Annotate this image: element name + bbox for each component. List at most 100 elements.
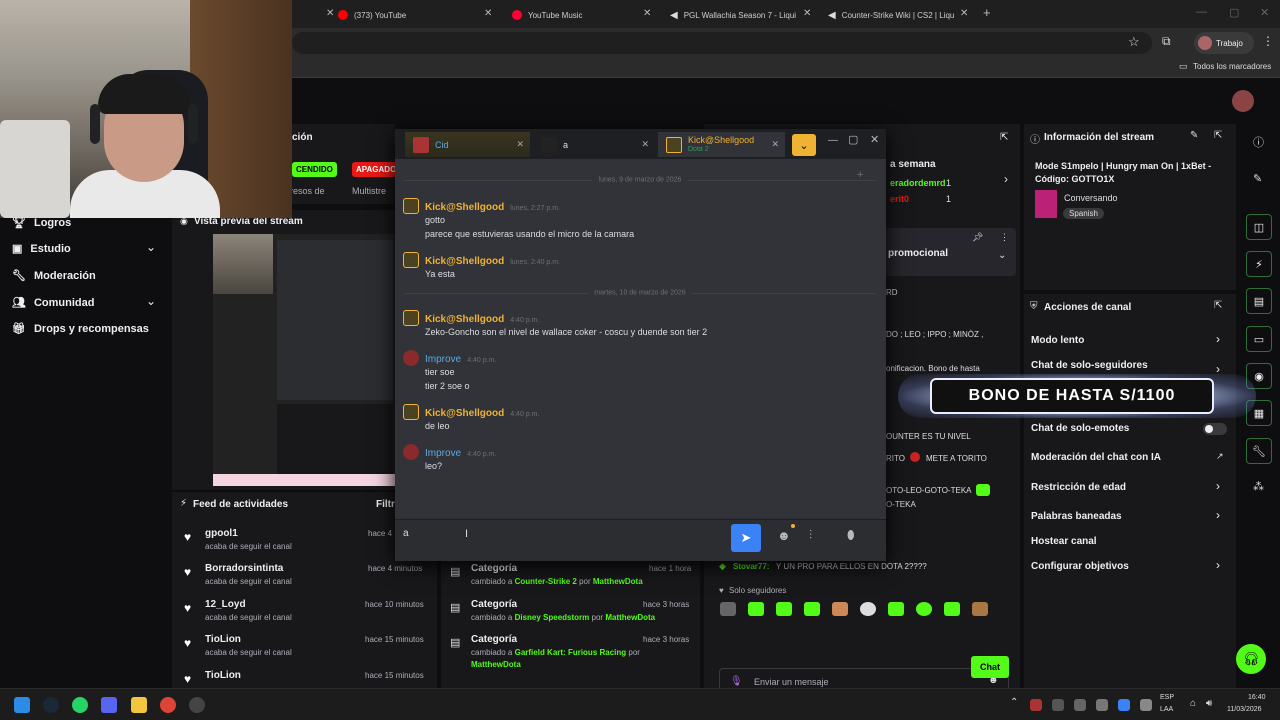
top-user-1[interactable]: eradordemrd [890,178,946,188]
nav-moderacion[interactable]: 🔧︎ Moderación [12,269,96,283]
discord-tab-kick[interactable]: Kick@Shellgood Dota 2 ✕ [658,132,785,157]
category-game[interactable]: Counter-Strike 2 [515,577,577,586]
chat-bubble-icon[interactable]: ▭ [1246,326,1272,352]
action-host-channel[interactable]: Hostear canal [1031,536,1097,547]
bookmark-star-icon[interactable]: ☆ [1128,34,1140,50]
minimize-icon[interactable]: — [828,135,838,146]
emote[interactable] [832,602,848,616]
mic-icon[interactable]: 🎙︎ [730,676,743,687]
nodes-icon[interactable]: ⁂ [1253,480,1264,493]
clock-time[interactable]: 16:40 [1248,694,1266,701]
maximize-icon[interactable]: ▢ [1229,6,1239,19]
new-tab-icon[interactable]: + [983,5,991,20]
emote[interactable] [804,602,820,616]
capture-icon[interactable]: ◫ [1246,214,1272,240]
obs-icon[interactable] [189,697,205,713]
profile-button[interactable]: Trabajo [1194,32,1254,54]
edit-icon[interactable]: ✎ [1190,130,1198,141]
avatar[interactable] [403,350,419,366]
emote[interactable] [860,602,876,616]
chat-send-button[interactable]: Chat [971,656,1009,678]
language-indicator[interactable]: ESP [1160,694,1174,701]
close-icon[interactable]: ✕ [643,8,651,19]
avatar[interactable] [403,198,419,214]
feed-user[interactable]: Borradorsintinta [205,563,283,574]
avatar[interactable] [403,252,419,268]
close-icon[interactable]: ✕ [771,139,779,150]
message-author[interactable]: Improve [425,354,461,365]
clock-date[interactable]: 11/03/2026 [1227,706,1262,713]
nav-estudio[interactable]: ▣ Estudio [12,242,71,256]
tray-icon[interactable] [1096,699,1108,711]
close-icon[interactable]: ✕ [641,139,649,150]
category-game[interactable]: Disney Speedstorm [515,613,590,622]
feed-user[interactable]: TioLion [205,670,241,681]
avatar[interactable] [403,404,419,420]
chevron-down-icon[interactable]: ⌄ [792,134,816,156]
discord-tab-cid[interactable]: Cid ✕ [405,132,530,157]
maximize-icon[interactable]: ▢ [848,133,858,146]
category-game[interactable]: Garfield Kart: Furious Racing [515,648,627,657]
pin-icon[interactable]: 📌︎ [972,232,983,243]
close-icon[interactable]: ✕ [326,8,334,19]
tray-icon[interactable] [1140,699,1152,711]
close-window-icon[interactable]: ✕ [870,133,879,146]
send-button[interactable]: ➤ [731,524,761,552]
chevron-right-icon[interactable]: › [1004,172,1008,186]
all-bookmarks-label[interactable]: Todos los marcadores [1193,62,1271,71]
tray-icon[interactable] [1030,699,1042,711]
close-window-icon[interactable]: ✕ [1260,6,1269,19]
whatsapp-icon[interactable] [72,697,88,713]
external-link-icon[interactable]: ↗ [1216,451,1224,462]
close-icon[interactable]: ✕ [960,8,968,19]
discord-icon[interactable] [101,697,117,713]
emote[interactable] [944,602,960,616]
apagado-button[interactable]: APAGADO [352,162,401,177]
emotes-only-toggle[interactable] [1203,423,1227,435]
stream-category[interactable]: Conversando [1064,193,1118,203]
chevron-down-icon[interactable]: ⌄ [146,294,156,308]
popout-icon[interactable]: ⇱ [1214,130,1222,141]
action-age-restriction[interactable]: Restricción de edad [1031,482,1126,493]
popout-icon[interactable]: ⇱ [1000,132,1008,143]
action-configure-goals[interactable]: Configurar objetivos [1031,561,1129,572]
nav-drops[interactable]: 🎁︎ Drops y recompensas [12,322,149,336]
chevron-right-icon[interactable]: › [1216,558,1220,572]
close-icon[interactable]: ✕ [803,8,811,19]
avatar[interactable] [403,310,419,326]
feed-user[interactable]: TioLion [205,634,241,645]
network-icon[interactable]: ⌂ [1190,698,1196,709]
stream-preview-video[interactable] [213,234,397,486]
windows-start-icon[interactable] [14,697,30,713]
message-author[interactable]: Kick@Shellgood [425,202,504,213]
tray-icon[interactable] [1074,699,1086,711]
action-ai-moderation[interactable]: Moderación del chat con IA [1031,452,1161,463]
category-user[interactable]: MatthewDota [471,660,521,669]
location-icon[interactable]: ⬮ [847,528,855,543]
discord-message-input[interactable]: a [403,528,409,539]
document-icon[interactable]: ▤ [1246,288,1272,314]
tray-icon[interactable] [1052,699,1064,711]
chevron-down-icon[interactable]: ⌄ [998,250,1006,261]
action-emotes-only[interactable]: Chat de solo-emotes [1031,423,1129,434]
chrome-icon[interactable] [160,697,176,713]
nav-comunidad[interactable]: 👥︎ Comunidad [12,296,94,310]
message-author[interactable]: Improve [425,448,461,459]
emote[interactable] [776,602,792,616]
emote[interactable] [720,602,736,616]
wrench-icon[interactable]: 🔧︎ [1246,438,1272,464]
edit-icon[interactable]: ✎ [1253,172,1262,185]
volume-icon[interactable]: 🔊︎ [1206,698,1212,709]
attachment-icon[interactable]: ⫶ [809,528,812,543]
feed-user[interactable]: gpool1 [205,528,238,539]
tab-cs-wiki[interactable]: ◀ Counter-Strike Wiki | CS2 | Liqu [820,4,962,26]
more-icon[interactable]: ⋮ [1000,232,1009,243]
bluetooth-icon[interactable] [1118,699,1130,711]
popout-icon[interactable]: ⇱ [1214,300,1222,311]
close-icon[interactable]: ✕ [484,8,492,19]
emote[interactable] [748,602,764,616]
chevron-right-icon[interactable]: › [1216,332,1220,346]
feed-filter[interactable]: Filtr [376,499,395,510]
avatar[interactable] [403,444,419,460]
tab-pgl[interactable]: ◀ PGL Wallachia Season 7 - Liqui [662,4,804,26]
